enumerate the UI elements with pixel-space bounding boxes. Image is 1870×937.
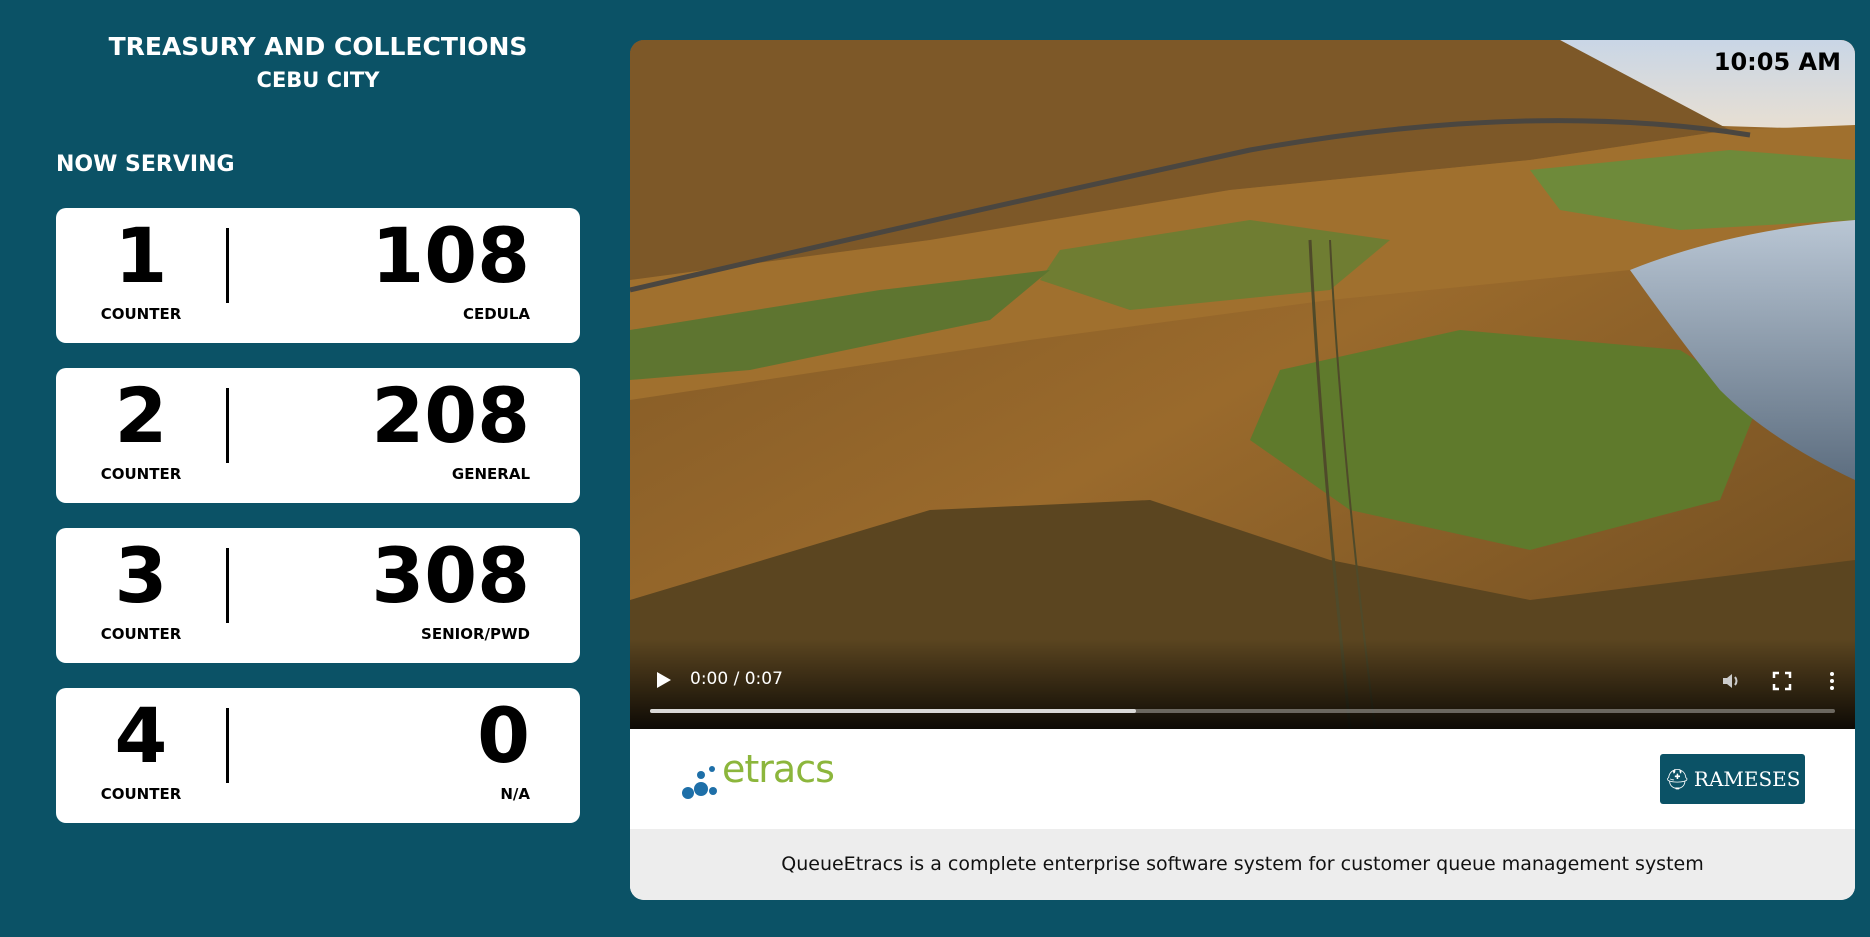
brand-bar: etracs ⛑ RAMESES [630,729,1855,829]
counter-number: 1 [114,211,168,300]
video-progress-fill [650,709,1136,713]
counter-number: 2 [114,371,168,460]
video-progress-bar[interactable] [650,709,1835,713]
video-time: 0:00 / 0:07 [690,669,783,689]
landscape-video-frame [630,40,1855,729]
more-options-icon[interactable] [1820,669,1844,693]
now-serving-heading: NOW SERVING [56,152,235,177]
counter-number: 3 [114,531,168,620]
ticket-category: SENIOR/PWD [421,625,530,643]
ticket-category: N/A [500,785,530,803]
counter-card: 3 COUNTER 308 SENIOR/PWD [56,528,580,663]
ticket-number: 208 [371,371,530,460]
counter-label: COUNTER [100,305,182,323]
counter-list: 1 COUNTER 108 CEDULA 2 COUNTER 208 GENER… [56,208,580,848]
rameses-emblem-icon: ⛑ [1664,767,1690,791]
media-panel: 10:05 AM 0:00 / 0:07 etracs ⛑ RAMESES Qu… [630,40,1855,900]
ticket-number: 0 [477,691,530,780]
clock: 10:05 AM [1713,48,1841,76]
divider [226,708,229,783]
ticket-number: 108 [371,211,530,300]
counter-card: 1 COUNTER 108 CEDULA [56,208,580,343]
ticket-category: GENERAL [451,465,530,483]
video-controls: 0:00 / 0:07 [630,639,1855,729]
etracs-logo-icon [682,766,717,799]
ticket-category: CEDULA [462,305,530,323]
video-player[interactable]: 10:05 AM 0:00 / 0:07 [630,40,1855,729]
play-icon[interactable] [652,669,674,691]
fullscreen-icon[interactable] [1770,669,1794,693]
city-name: CEBU CITY [256,68,380,92]
rameses-label: RAMESES [1693,767,1801,791]
counter-label: COUNTER [100,465,182,483]
divider [226,388,229,463]
counter-card: 4 COUNTER 0 N/A [56,688,580,823]
rameses-logo[interactable]: ⛑ RAMESES [1660,754,1805,804]
queue-display: TREASURY AND COLLECTIONS CEBU CITY NOW S… [0,0,1870,937]
divider [226,228,229,303]
counter-card: 2 COUNTER 208 GENERAL [56,368,580,503]
counter-label: COUNTER [100,785,182,803]
divider [226,548,229,623]
counter-label: COUNTER [100,625,182,643]
footer-tagline: QueueEtracs is a complete enterprise sof… [630,829,1855,900]
ticket-number: 308 [371,531,530,620]
counter-number: 4 [114,691,168,780]
office-title: TREASURY AND COLLECTIONS [108,32,528,61]
volume-icon[interactable] [1720,669,1744,693]
etracs-logo: etracs [722,747,835,791]
